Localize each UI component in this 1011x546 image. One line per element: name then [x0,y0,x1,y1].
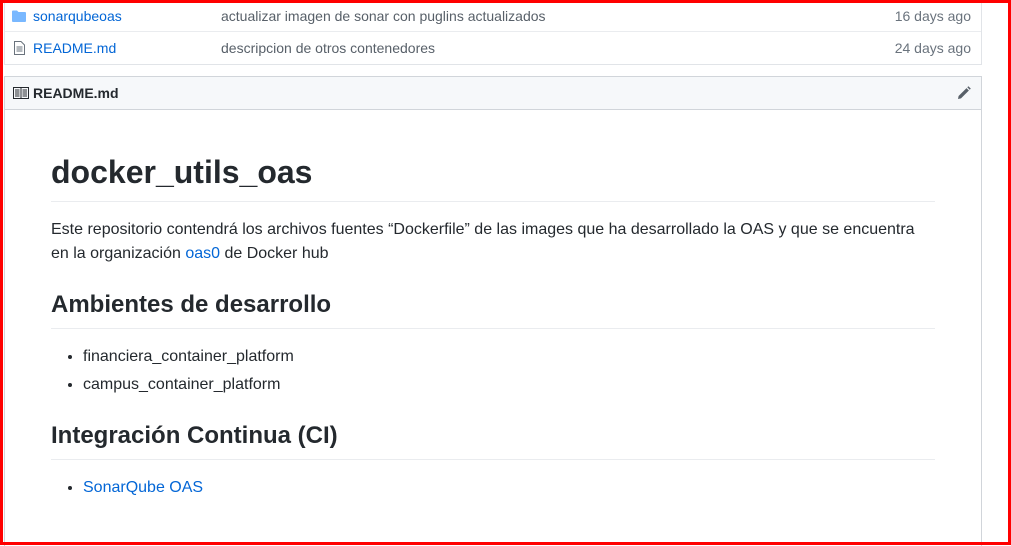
folder-icon [5,10,33,22]
file-row: sonarqubeoas actualizar imagen de sonar … [5,0,981,32]
intro-paragraph: Este repositorio contendrá los archivos … [51,221,915,263]
file-list: sonarqubeoas actualizar imagen de sonar … [4,0,982,65]
readme-header: README.md [5,77,981,110]
readme-content: docker_utils_oas Este repositorio conten… [51,110,935,500]
readme-title: README.md [33,85,119,101]
commit-message-link[interactable]: descripcion de otros contenedores [221,40,851,56]
ci-list: SonarQube OAS [51,476,935,500]
commit-message-link[interactable]: actualizar imagen de sonar con puglins a… [221,8,851,24]
readme-heading: docker_utils_oas [51,110,935,203]
sonarqube-oas-link[interactable]: SonarQube OAS [83,479,203,496]
file-name-link[interactable]: sonarqubeoas [33,8,221,24]
book-icon [13,87,29,99]
section-heading-ci: Integración Continua (CI) [51,421,935,461]
file-row: README.md descripcion de otros contenedo… [5,32,981,64]
pencil-icon[interactable] [955,84,973,102]
commit-age: 16 days ago [894,7,971,24]
commit-age: 24 days ago [894,40,971,56]
oas0-link[interactable]: oas0 [185,245,220,262]
file-name-link[interactable]: README.md [33,40,221,56]
ambientes-list: financiera_container_platform campus_con… [51,345,935,397]
list-item: SonarQube OAS [83,476,935,500]
section-heading-ambientes: Ambientes de desarrollo [51,290,935,330]
file-icon [5,41,33,55]
list-item: campus_container_platform [83,373,935,397]
readme-panel: README.md docker_utils_oas Este reposito… [4,76,982,546]
list-item: financiera_container_platform [83,345,935,369]
